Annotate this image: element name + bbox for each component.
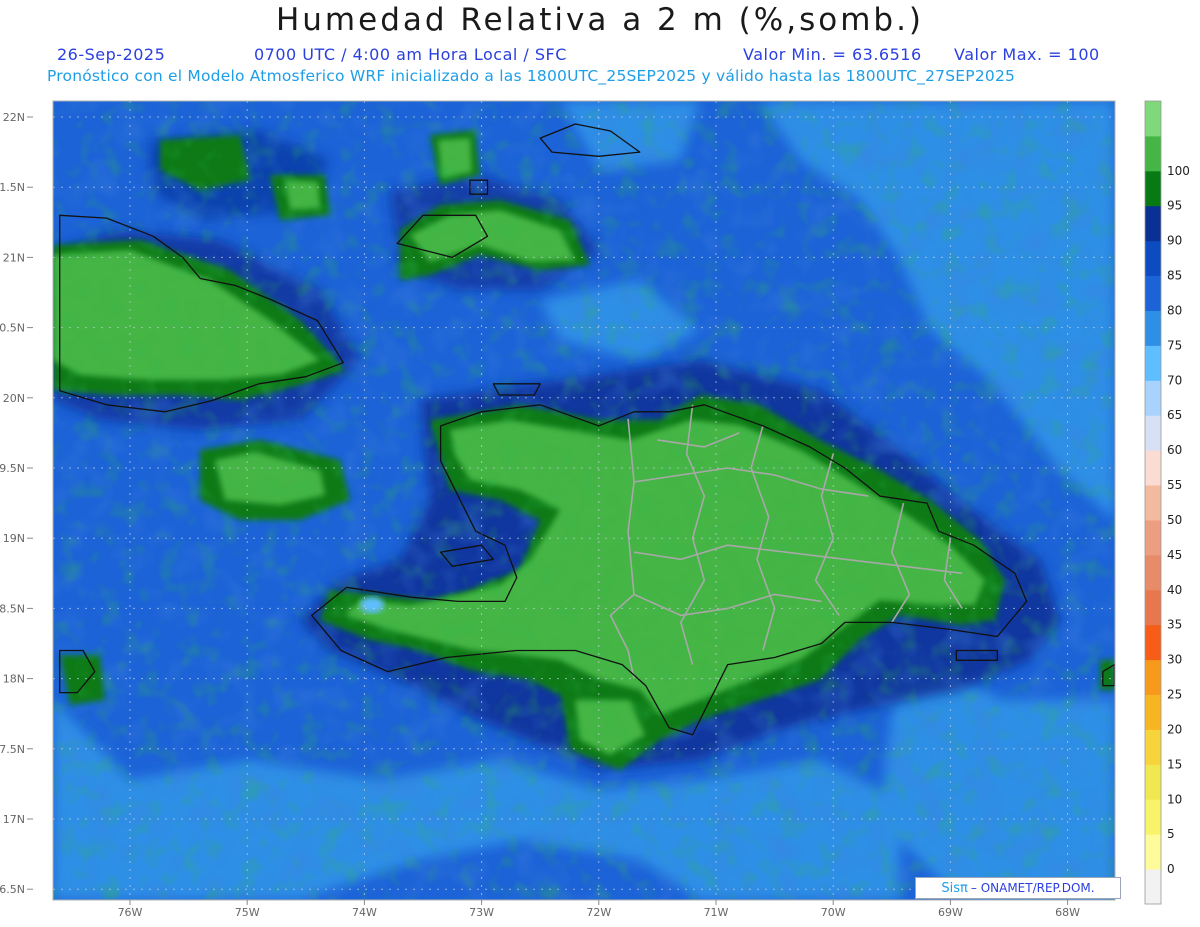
colorbar-swatch bbox=[1145, 589, 1161, 626]
colorbar-level-label: 40 bbox=[1167, 583, 1182, 597]
field-75-pocket bbox=[360, 597, 384, 613]
colorbar-level-label: 30 bbox=[1167, 653, 1182, 667]
colorbar-swatch bbox=[1145, 729, 1161, 765]
colorbar-level-label: 25 bbox=[1167, 688, 1182, 702]
lat-tick-label: 17.5N bbox=[0, 743, 25, 756]
colorbar-swatch bbox=[1145, 659, 1161, 696]
lat-tick-label: 16.5N bbox=[0, 883, 25, 896]
colorbar-level-label: 50 bbox=[1167, 513, 1182, 527]
longitude-tick-labels: 76W 75W 74W 73W 72W 71W 70W 69W 68W bbox=[118, 900, 1080, 919]
latitude-tick-labels: 22N 21.5N 21N 20.5N 20N 19.5N 19N 18.5N 18N 17.5N… bbox=[0, 111, 33, 896]
lat-tick-label: 17N bbox=[3, 813, 25, 826]
colorbar-swatch bbox=[1145, 834, 1161, 870]
colorbar-swatch bbox=[1145, 345, 1161, 381]
max-value-label: Valor Max. = 100 bbox=[954, 45, 1100, 64]
colorbar-swatch bbox=[1145, 869, 1161, 905]
colorbar-level-label: 85 bbox=[1167, 269, 1182, 283]
map-title: Humedad Relativa a 2 m (%,somb.) bbox=[275, 2, 925, 38]
colorbar-level-label: 80 bbox=[1167, 303, 1182, 317]
forecast-time: 0700 UTC / 4:00 am Hora Local / SFC bbox=[254, 45, 567, 64]
lat-tick-label: 18.5N bbox=[0, 602, 25, 615]
colorbar-swatch bbox=[1145, 450, 1161, 486]
colorbar-swatch bbox=[1145, 694, 1161, 730]
lat-tick-label: 21.5N bbox=[0, 181, 25, 194]
colorbar-level-label: 75 bbox=[1167, 338, 1182, 352]
lon-tick-label: 68W bbox=[1055, 906, 1080, 919]
forecast-date: 26-Sep-2025 bbox=[57, 45, 166, 64]
colorbar-swatch bbox=[1145, 275, 1161, 311]
colorbar-swatch bbox=[1145, 485, 1161, 521]
lon-tick-label: 71W bbox=[704, 906, 729, 919]
colorbar-swatch bbox=[1145, 135, 1161, 172]
colorbar-level-label: 70 bbox=[1167, 373, 1182, 387]
colorbar-swatch bbox=[1145, 764, 1161, 800]
lon-tick-label: 74W bbox=[352, 906, 377, 919]
colorbar-swatch bbox=[1145, 415, 1161, 451]
colorbar-level-label: 10 bbox=[1167, 792, 1182, 806]
land-texture bbox=[53, 101, 1115, 900]
colorbar-level-label: 95 bbox=[1167, 199, 1182, 213]
colorbar-swatch bbox=[1145, 101, 1161, 137]
colorbar-level-label: 90 bbox=[1167, 234, 1182, 248]
colorbar-level-label: 60 bbox=[1167, 443, 1182, 457]
credit-org: – ONAMET/REP.DOM. bbox=[970, 881, 1095, 895]
colorbar-level-label: 55 bbox=[1167, 478, 1182, 492]
min-value-label: Valor Min. = 63.6516 bbox=[743, 45, 922, 64]
colorbar-level-label: 35 bbox=[1167, 618, 1182, 632]
credit-box: Sisπ – ONAMET/REP.DOM. bbox=[915, 877, 1121, 899]
colorbar-swatch bbox=[1145, 380, 1161, 416]
lon-tick-label: 72W bbox=[586, 906, 611, 919]
lat-tick-label: 20.5N bbox=[0, 322, 25, 335]
colorbar-swatch bbox=[1145, 205, 1161, 242]
lon-tick-label: 70W bbox=[821, 906, 846, 919]
colorbar: 0 5 10 15 20 25 30 35 40 45 50 55 60 65 70 75 80 85 90 95 10… bbox=[1144, 100, 1190, 905]
colorbar-swatch bbox=[1145, 519, 1161, 556]
colorbar-swatch bbox=[1145, 799, 1161, 835]
humidity-map: 22N 21.5N 21N 20.5N 20N 19.5N 19N 18.5N 18N 17.5N… bbox=[0, 100, 1190, 919]
lon-tick-label: 73W bbox=[469, 906, 494, 919]
colorbar-swatch bbox=[1145, 240, 1161, 277]
colorbar-swatch bbox=[1145, 310, 1161, 346]
colorbar-level-label: 20 bbox=[1167, 722, 1182, 736]
lat-tick-label: 20N bbox=[3, 392, 25, 405]
colorbar-swatch bbox=[1145, 170, 1161, 207]
colorbar-level-label: 100 bbox=[1167, 164, 1190, 178]
lat-tick-label: 21N bbox=[3, 251, 25, 264]
lon-tick-label: 69W bbox=[938, 906, 963, 919]
colorbar-level-label: 65 bbox=[1167, 408, 1182, 422]
model-subtitle: Pronóstico con el Modelo Atmosferico WRF… bbox=[47, 67, 1016, 85]
colorbar-level-label: 0 bbox=[1167, 862, 1175, 876]
lat-tick-label: 19.5N bbox=[0, 462, 25, 475]
colorbar-swatch bbox=[1145, 624, 1161, 661]
lat-tick-label: 22N bbox=[3, 111, 25, 124]
colorbar-swatch bbox=[1145, 554, 1161, 591]
colorbar-level-label: 5 bbox=[1167, 827, 1175, 841]
colorbar-level-label: 45 bbox=[1167, 548, 1182, 562]
lat-tick-label: 18N bbox=[3, 673, 25, 686]
lon-tick-label: 75W bbox=[235, 906, 260, 919]
lat-tick-label: 19N bbox=[3, 532, 25, 545]
colorbar-level-label: 15 bbox=[1167, 757, 1182, 771]
sis-logo-text: Sisπ bbox=[941, 880, 968, 896]
lon-tick-label: 76W bbox=[118, 906, 143, 919]
